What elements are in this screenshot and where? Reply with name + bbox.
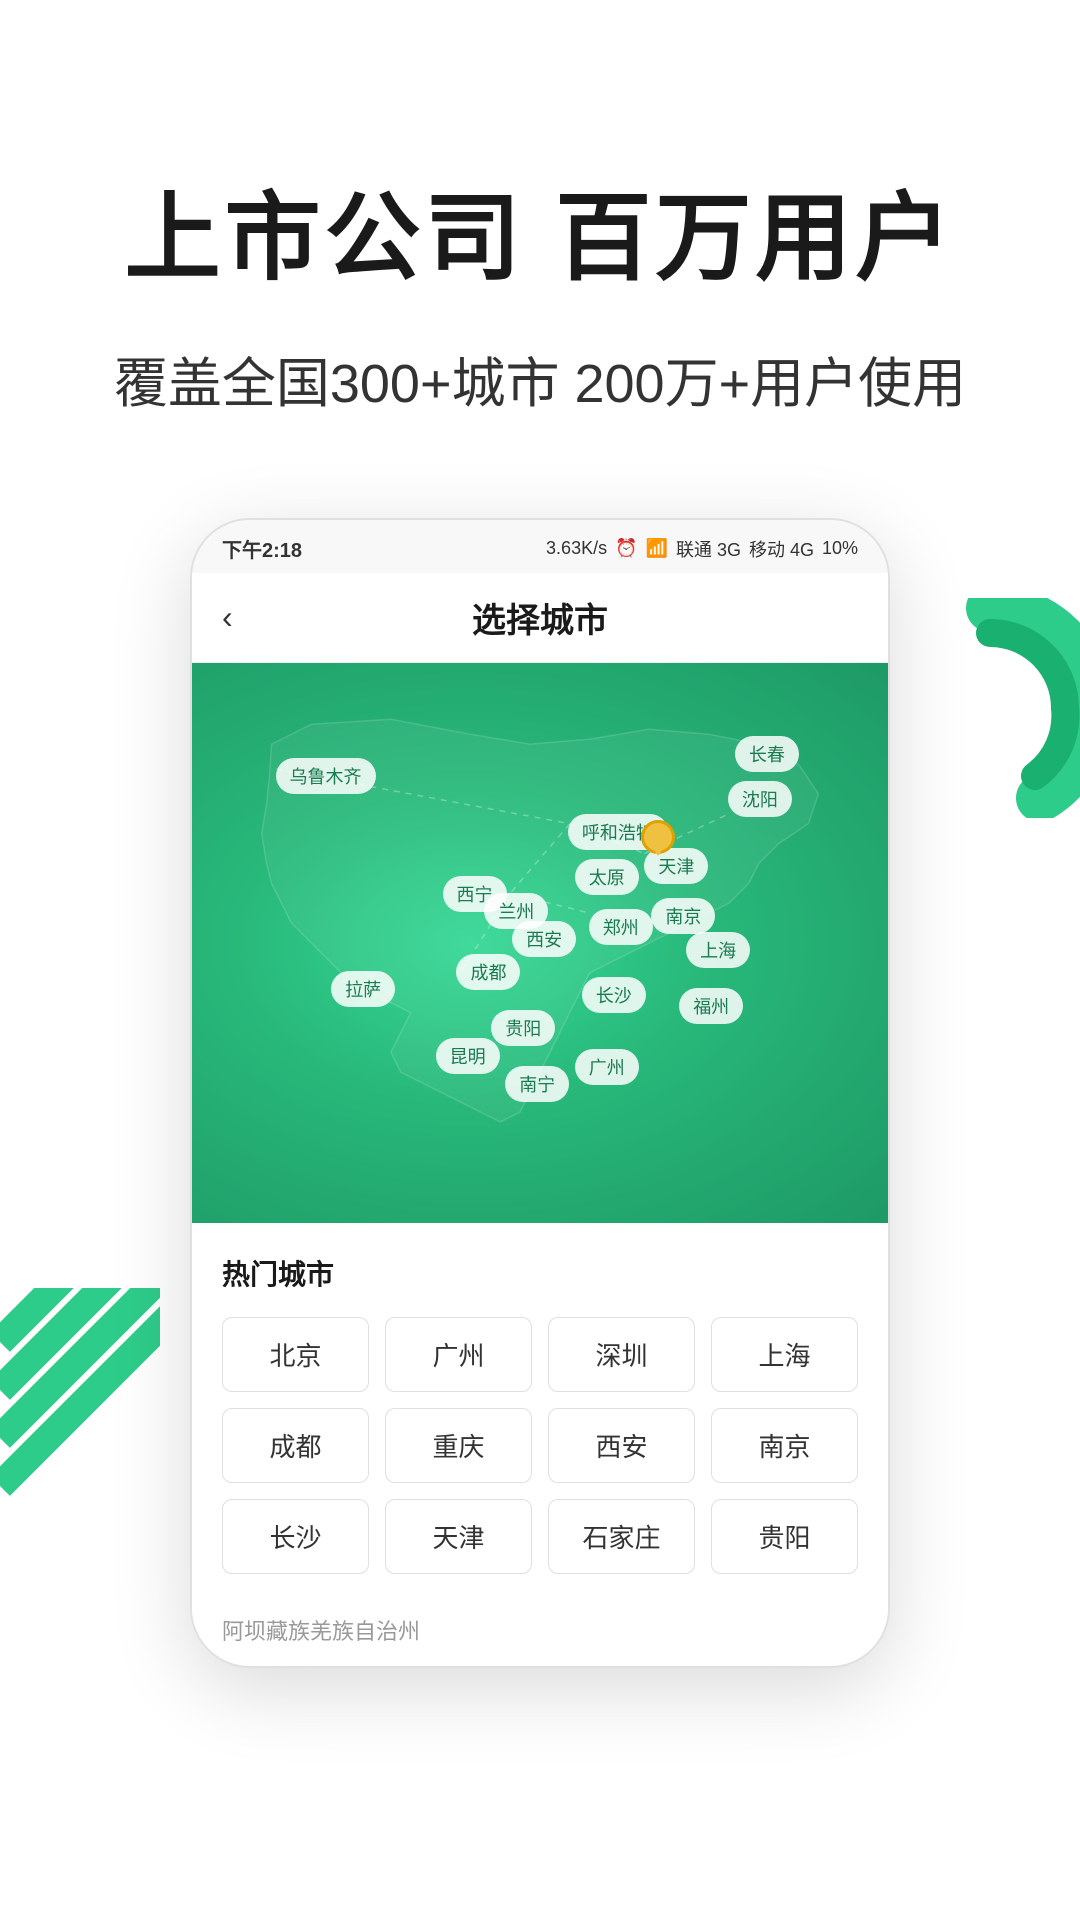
status-icons: 3.63K/s ⏰ 📶 联通 3G 移动 4G 10% [546, 536, 858, 562]
map-city-label[interactable]: 福州 [679, 988, 743, 1024]
back-button[interactable]: ‹ [222, 599, 233, 636]
map-city-label[interactable]: 上海 [686, 932, 750, 968]
city-button[interactable]: 贵阳 [711, 1499, 858, 1574]
city-button[interactable]: 上海 [711, 1317, 858, 1392]
map-city-label[interactable]: 乌鲁木齐 [276, 758, 376, 794]
wifi-icon: 📶 [646, 538, 668, 559]
phone-frame: 下午2:18 3.63K/s ⏰ 📶 联通 3G 移动 4G 10% ‹ 选择城… [190, 518, 890, 1668]
map-pin[interactable] [644, 820, 672, 856]
city-button[interactable]: 成都 [222, 1408, 369, 1483]
hot-cities-section: 热门城市 北京广州深圳上海成都重庆西安南京长沙天津石家庄贵阳 [192, 1223, 888, 1594]
city-button[interactable]: 天津 [385, 1499, 532, 1574]
map-city-label[interactable]: 沈阳 [728, 781, 792, 817]
city-grid: 北京广州深圳上海成都重庆西安南京长沙天津石家庄贵阳 [222, 1317, 858, 1574]
map-area[interactable]: 乌鲁木齐长春沈阳呼和浩特天津太原西宁兰州西安郑州南京上海拉萨成都长沙福州贵阳昆明… [192, 663, 888, 1223]
map-city-label[interactable]: 郑州 [589, 909, 653, 945]
map-city-label[interactable]: 太原 [575, 859, 639, 895]
city-button[interactable]: 石家庄 [548, 1499, 695, 1574]
city-button[interactable]: 深圳 [548, 1317, 695, 1392]
page-title: 选择城市 [472, 593, 608, 642]
carrier2: 移动 4G [749, 536, 814, 562]
city-button[interactable]: 北京 [222, 1317, 369, 1392]
map-city-label[interactable]: 长春 [735, 736, 799, 772]
hero-section: 上市公司 百万用户 覆盖全国300+城市 200万+用户使用 [0, 0, 1080, 478]
city-button[interactable]: 重庆 [385, 1408, 532, 1483]
hot-cities-title: 热门城市 [222, 1253, 858, 1293]
map-city-label[interactable]: 南京 [651, 898, 715, 934]
bottom-location-text: 阿坝藏族羌族自治州 [192, 1594, 888, 1666]
map-city-label[interactable]: 西安 [512, 921, 576, 957]
deco-arc [880, 598, 1080, 818]
city-button[interactable]: 南京 [711, 1408, 858, 1483]
city-button[interactable]: 西安 [548, 1408, 695, 1483]
phone-section: 下午2:18 3.63K/s ⏰ 📶 联通 3G 移动 4G 10% ‹ 选择城… [0, 478, 1080, 1668]
status-speed: 3.63K/s [546, 538, 607, 559]
map-city-label[interactable]: 长沙 [582, 977, 646, 1013]
map-city-label[interactable]: 成都 [456, 954, 520, 990]
status-bar: 下午2:18 3.63K/s ⏰ 📶 联通 3G 移动 4G 10% [192, 520, 888, 573]
status-time: 下午2:18 [222, 534, 302, 563]
hero-subtitle: 覆盖全国300+城市 200万+用户使用 [80, 339, 1000, 418]
battery: 10% [822, 538, 858, 559]
map-city-label[interactable]: 贵阳 [491, 1010, 555, 1046]
map-city-label[interactable]: 广州 [575, 1049, 639, 1085]
city-button[interactable]: 广州 [385, 1317, 532, 1392]
map-city-label[interactable]: 昆明 [436, 1038, 500, 1074]
deco-stripes [0, 1288, 160, 1588]
map-city-label[interactable]: 南宁 [505, 1066, 569, 1102]
map-city-label[interactable]: 拉萨 [331, 971, 395, 1007]
carrier1: 联通 3G [676, 536, 741, 562]
hero-title: 上市公司 百万用户 [80, 160, 1000, 299]
alarm-icon: ⏰ [615, 538, 637, 559]
app-header: ‹ 选择城市 [192, 573, 888, 663]
city-button[interactable]: 长沙 [222, 1499, 369, 1574]
